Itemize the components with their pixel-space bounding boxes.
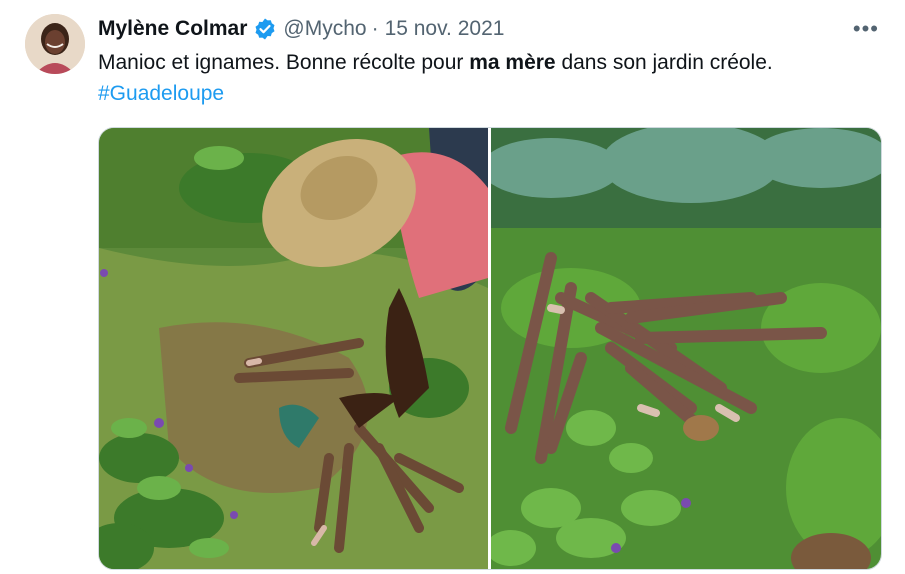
tweet-text-part2: dans son jardin créole. (555, 51, 773, 74)
photo-left-image (99, 128, 488, 569)
separator-dot: · (371, 17, 379, 40)
author-handle[interactable]: @Mycho (283, 17, 366, 41)
tweet-text-part1: Manioc et ignames. Bonne récolte pour (98, 51, 470, 74)
avatar[interactable] (25, 14, 85, 74)
tweet-media (98, 127, 882, 570)
more-options-icon[interactable]: ••• (853, 16, 879, 42)
avatar-image (25, 14, 85, 74)
author-name[interactable]: Mylène Colmar (98, 17, 247, 41)
tweet-text-bold: ma mère (469, 51, 556, 74)
photo-harvest-left[interactable] (99, 128, 488, 569)
photo-harvest-right[interactable] (491, 128, 881, 569)
tweet-text: Manioc et ignames. Bonne récolte pour ma… (98, 47, 878, 109)
tweet-date[interactable]: 15 nov. 2021 (385, 17, 505, 41)
tweet-header: Mylène Colmar @Mycho · 15 nov. 2021 (98, 14, 885, 44)
photo-right-image (491, 128, 881, 569)
hashtag-link[interactable]: #Guadeloupe (98, 78, 878, 109)
verified-badge-icon (253, 17, 277, 41)
